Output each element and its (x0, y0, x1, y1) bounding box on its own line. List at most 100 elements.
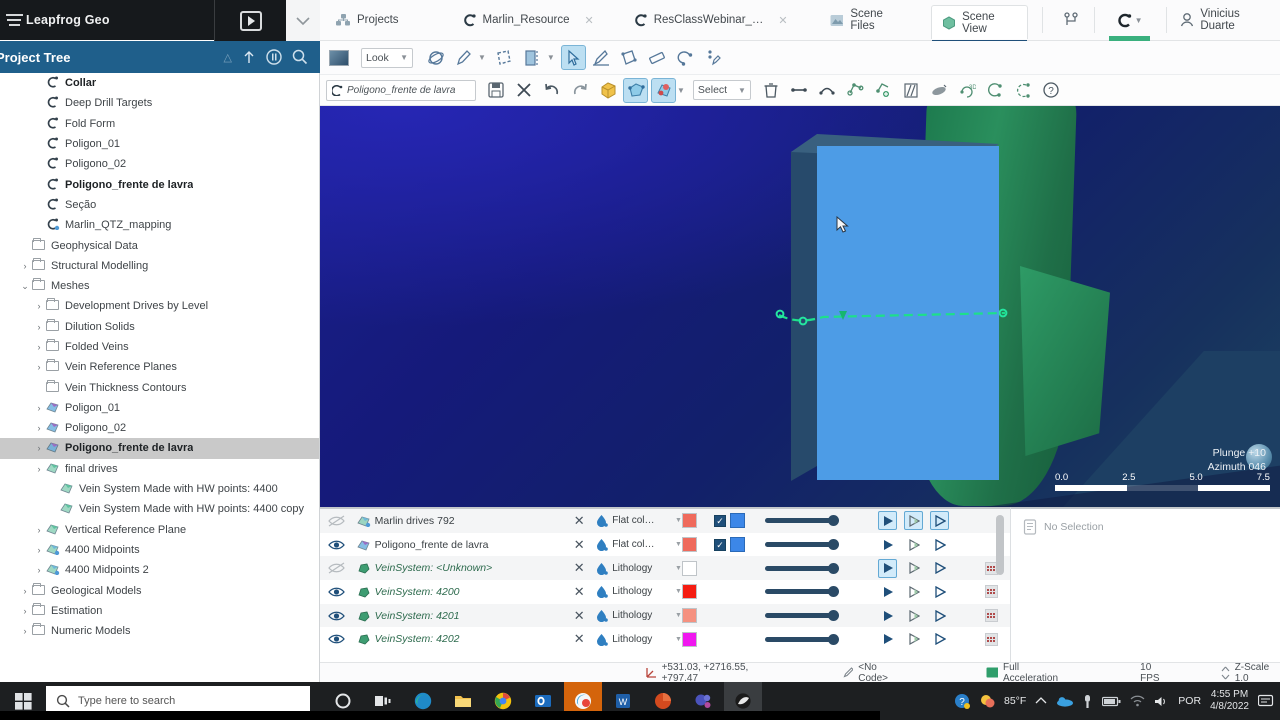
polyline-blue-button[interactable] (623, 77, 648, 103)
tree-item[interactable]: › Numeric Models (0, 621, 319, 641)
titlebar-chevron-button[interactable] (286, 0, 320, 41)
tree-item[interactable]: › 4400 Midpoints (0, 540, 319, 560)
expander-icon[interactable]: › (32, 545, 46, 555)
expander-icon[interactable]: › (32, 464, 46, 474)
render-solid-button[interactable] (878, 630, 897, 649)
usb-icon[interactable] (1082, 694, 1093, 709)
tab-close-icon[interactable]: ✕ (584, 14, 593, 27)
expander-icon[interactable]: › (32, 423, 46, 433)
look-dropdown[interactable]: Look ▼ (361, 47, 413, 68)
taskbar-clock[interactable]: 4:55 PM 4/8/2022 (1210, 689, 1249, 713)
scene-thumbnail-icon[interactable] (326, 45, 351, 70)
measure-pen-button[interactable] (451, 45, 476, 70)
legend-checkbox[interactable]: ✓ (714, 538, 727, 551)
tree-item[interactable]: › final drives (0, 459, 319, 479)
shape-more-button[interactable] (972, 561, 1010, 575)
remove-shape-button[interactable]: ✕ (563, 537, 595, 553)
scene-view-3d-viewport[interactable]: Plunge +10 Azimuth 046 0.0 2.5 5.0 7.5 (320, 106, 1280, 507)
add-node-button[interactable] (843, 78, 868, 103)
render-solid-button[interactable] (878, 582, 897, 601)
colour-swatch-button[interactable] (681, 513, 714, 529)
tab-close-icon[interactable]: ✕ (778, 14, 787, 27)
orbit-button[interactable] (423, 45, 448, 70)
tree-item[interactable]: Fold Form (0, 114, 319, 134)
pin-button[interactable] (701, 45, 726, 70)
search-icon[interactable] (292, 49, 308, 65)
tree-item[interactable]: › 4400 Midpoints 2 (0, 560, 319, 580)
render-half-button[interactable] (904, 630, 923, 649)
slicer-button[interactable] (520, 45, 545, 70)
close-x-button[interactable] (511, 78, 536, 103)
colour-by-dropdown[interactable]: Lithology ▼ (595, 585, 682, 599)
expander-icon[interactable]: › (32, 362, 46, 372)
opacity-slider[interactable] (764, 515, 878, 527)
colour-by-dropdown[interactable]: Flat col… ▼ (595, 514, 682, 528)
render-wireframe-button[interactable] (930, 606, 949, 625)
weather-sun-icon[interactable] (979, 693, 995, 709)
shape-row[interactable]: Poligono_frente de lavra ✕ Flat col… ▼ ✓ (320, 533, 1010, 557)
tree-item[interactable]: Deep Drill Targets (0, 93, 319, 113)
visibility-toggle[interactable] (320, 586, 354, 598)
tree-item[interactable]: › Poligono_frente de lavra (0, 438, 319, 459)
tree-item[interactable]: Vein System Made with HW points: 4400 co… (0, 499, 319, 519)
shape-more-button[interactable] (972, 585, 1010, 599)
onedrive-icon[interactable] (1056, 695, 1074, 707)
remove-shape-button[interactable]: ✕ (563, 608, 595, 624)
battery-icon[interactable] (1102, 696, 1121, 707)
project-tree[interactable]: Collar Deep Drill Targets Fold Form Poligon… (0, 73, 320, 682)
legend-checkbox-group[interactable]: ✓ (714, 513, 765, 529)
wifi-icon[interactable] (1130, 695, 1145, 707)
save-button[interactable] (483, 78, 508, 103)
legend-swatch[interactable] (730, 513, 746, 529)
tree-item[interactable]: › Poligon_01 (0, 398, 319, 418)
visibility-toggle[interactable] (320, 610, 354, 622)
opacity-slider[interactable] (764, 610, 878, 622)
colour-by-dropdown[interactable]: Flat col… ▼ (595, 538, 682, 552)
render-wireframe-button[interactable] (930, 630, 949, 649)
lasso-button[interactable] (673, 45, 698, 70)
tab-marlin-resource[interactable]: Marlin_Resource ✕ (453, 0, 604, 41)
tree-item[interactable]: › Geological Models (0, 580, 319, 600)
tree-item[interactable]: › Development Drives by Level (0, 296, 319, 316)
colour-by-dropdown[interactable]: Lithology ▼ (595, 633, 682, 646)
select-pointer-button[interactable] (560, 45, 586, 70)
visibility-toggle[interactable] (320, 539, 354, 551)
expander-icon[interactable]: ⌄ (18, 281, 32, 292)
tree-item[interactable]: › Estimation (0, 601, 319, 621)
shape-row[interactable]: VeinSystem: 4200 ✕ Lithology ▼ (320, 580, 1010, 604)
ruler-button[interactable] (645, 45, 670, 70)
render-half-button[interactable] (904, 606, 923, 625)
tree-item[interactable]: Geophysical Data (0, 235, 319, 255)
legend-checkbox[interactable]: ✓ (714, 514, 727, 527)
render-half-button[interactable] (904, 582, 923, 601)
shape-row[interactable]: VeinSystem: 4202 ✕ Lithology ▼ (320, 627, 1010, 651)
expander-icon[interactable]: › (18, 606, 32, 616)
tab-scene-view[interactable]: Scene View (931, 5, 1029, 43)
render-half-button[interactable] (904, 559, 923, 578)
remove-shape-button[interactable]: ✕ (563, 513, 595, 529)
tree-item[interactable]: › Poligono_02 (0, 418, 319, 438)
opacity-slider[interactable] (764, 586, 878, 598)
visibility-toggle[interactable] (320, 633, 354, 645)
tree-item[interactable]: › Vein Reference Planes (0, 357, 319, 377)
arc-button[interactable] (983, 78, 1008, 103)
tree-item[interactable]: › Structural Modelling (0, 256, 319, 276)
windows-start-icon[interactable] (0, 692, 46, 710)
help-circle-icon[interactable]: ? (954, 693, 970, 709)
tree-item[interactable]: ⌄ Meshes (0, 276, 319, 296)
help-button[interactable]: ? (1039, 78, 1064, 103)
edited-object-name-field[interactable]: Poligono_frente de lavra (326, 79, 476, 101)
tree-item[interactable]: Seção (0, 195, 319, 215)
render-solid-button[interactable] (878, 606, 897, 625)
tree-item[interactable]: Poligono_02 (0, 154, 319, 174)
tab-scene-files[interactable]: Scene Files (820, 0, 916, 41)
user-menu[interactable]: Vinicius Duarte (1179, 8, 1280, 32)
render-wireframe-button[interactable] (930, 582, 949, 601)
chevron-down-icon[interactable]: ▼ (677, 86, 685, 95)
render-solid-button[interactable] (878, 558, 898, 578)
warning-icon[interactable]: △ (224, 51, 232, 64)
render-solid-button[interactable] (878, 535, 897, 554)
upload-arrow-icon[interactable] (242, 49, 256, 65)
shape-row[interactable]: Marlin drives 792 ✕ Flat col… ▼ ✓ (320, 509, 1010, 533)
colour-by-dropdown[interactable]: Lithology ▼ (595, 562, 682, 575)
